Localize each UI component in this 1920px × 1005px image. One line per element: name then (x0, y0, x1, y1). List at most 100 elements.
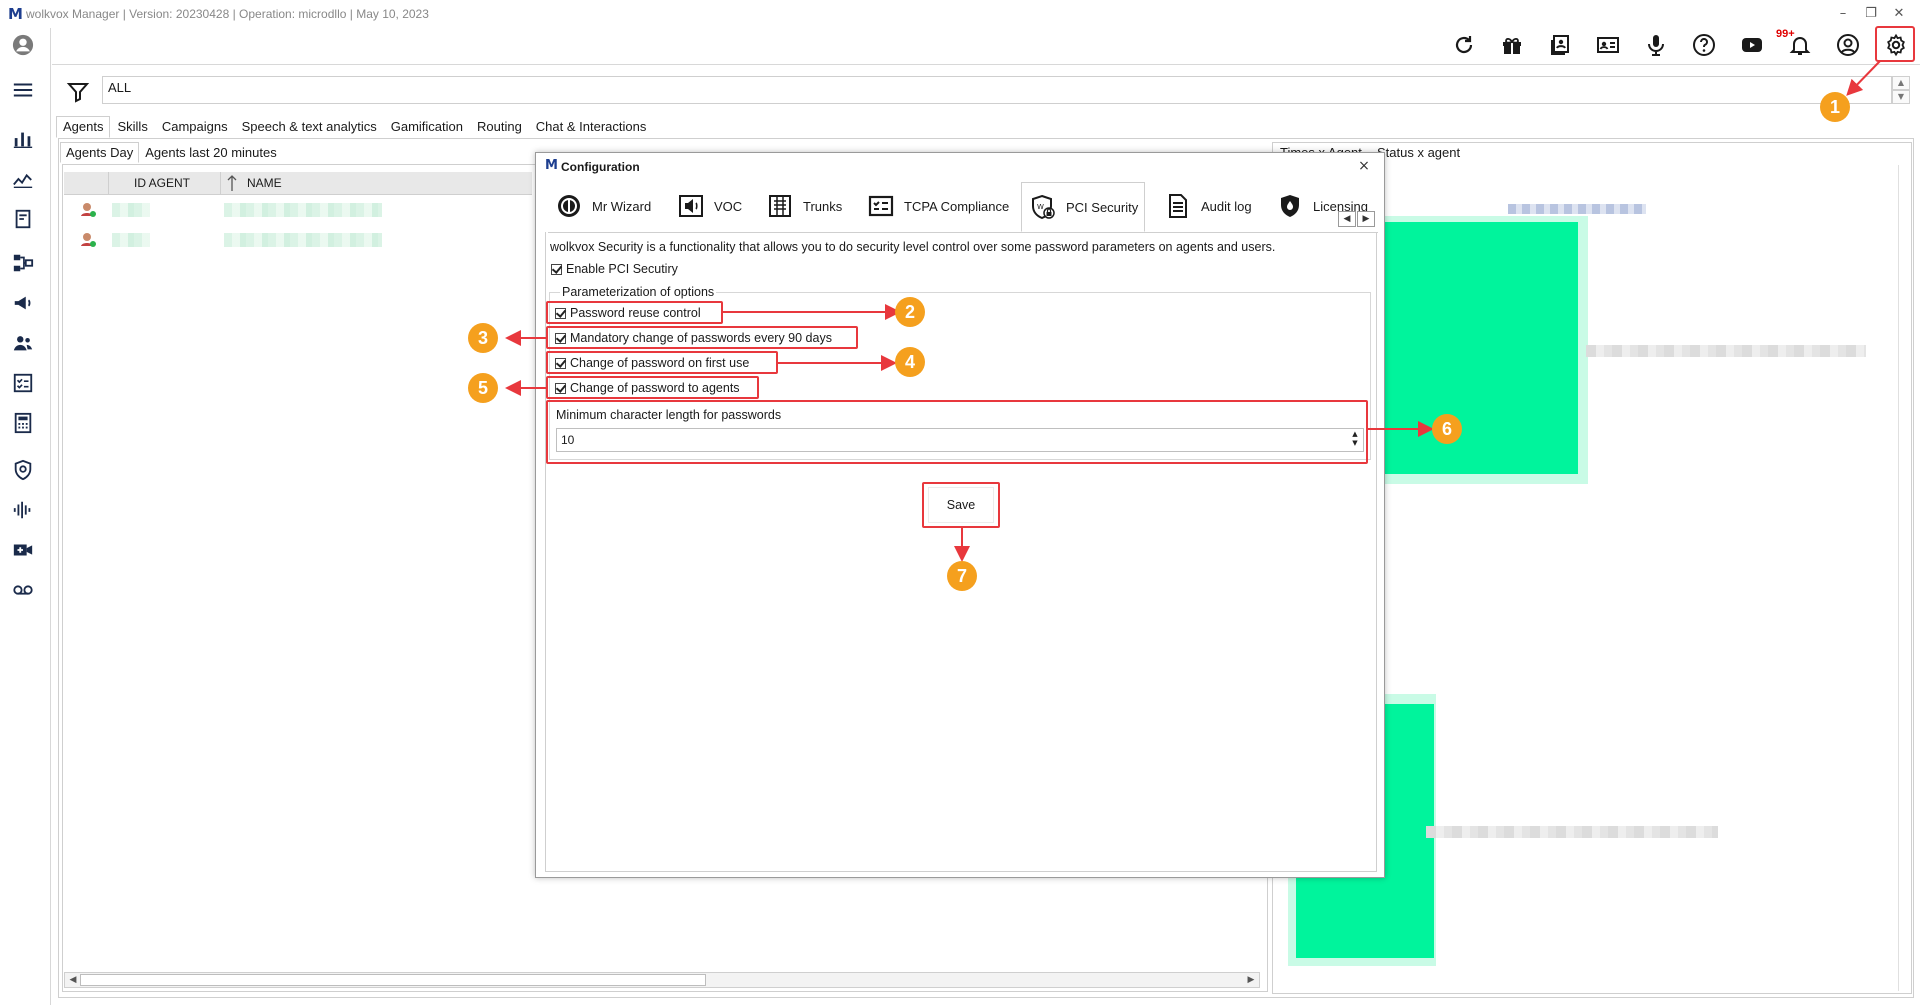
menu-icon[interactable] (9, 77, 37, 103)
tab-speech-analytics[interactable]: Speech & text analytics (235, 116, 384, 138)
grid-divider (108, 172, 109, 194)
tab-scroll-right-button[interactable]: ▶ (1357, 211, 1375, 227)
tab-skills[interactable]: Skills (110, 116, 154, 138)
tab-tcpa-compliance[interactable]: TCPA Compliance (868, 182, 1009, 230)
checkbox-box[interactable] (555, 307, 566, 319)
waveform-icon[interactable] (9, 497, 37, 523)
dialog-close-button[interactable]: × (1356, 158, 1372, 174)
callout-3: 3 (468, 323, 498, 353)
contacts-book-icon[interactable] (1544, 30, 1576, 60)
callout-4: 4 (895, 347, 925, 377)
tab-mr-wizard[interactable]: Mr Wizard (556, 182, 651, 230)
min-length-label: Minimum character length for passwords (556, 408, 782, 422)
line-chart-icon[interactable] (9, 166, 37, 192)
checklist-icon[interactable] (9, 370, 37, 396)
table-row[interactable] (64, 226, 532, 254)
checkbox-box[interactable] (555, 382, 566, 394)
tab-voc[interactable]: VOC (678, 182, 742, 230)
calculator-icon[interactable] (9, 410, 37, 436)
restore-button[interactable]: ❐ (1858, 4, 1884, 24)
sort-arrow-up-icon[interactable] (226, 174, 238, 192)
change-password-agents-checkbox[interactable]: Change of password to agents (555, 381, 740, 395)
pci-shield-icon: W (1032, 194, 1055, 220)
tab-chat-interactions[interactable]: Chat & Interactions (529, 116, 654, 138)
tab-trunks[interactable]: Trunks (767, 182, 842, 230)
megaphone-icon[interactable] (9, 290, 37, 316)
window-title: wolkvox Manager | Version: 20230428 | Op… (26, 7, 429, 21)
voicemail-icon[interactable] (9, 577, 37, 603)
video-icon[interactable] (9, 537, 37, 563)
flow-icon[interactable] (9, 250, 37, 276)
pci-description: wolkvox Security is a functionality that… (550, 240, 1276, 254)
column-name[interactable]: NAME (247, 176, 282, 190)
agent-id-redacted (112, 233, 150, 247)
subtab-agents-day[interactable]: Agents Day (60, 142, 140, 163)
chart-label-redacted (1426, 826, 1718, 838)
compliance-icon (868, 195, 894, 217)
grid-divider (220, 172, 221, 194)
tab-audit-log[interactable]: Audit log (1165, 182, 1252, 230)
youtube-icon[interactable] (1736, 30, 1768, 60)
group-legend: Parameterization of options (560, 285, 717, 299)
team-icon[interactable] (9, 330, 37, 356)
password-reuse-control-checkbox[interactable]: Password reuse control (555, 306, 701, 320)
tab-label: TCPA Compliance (904, 198, 1010, 214)
tab-status-x-agent[interactable]: Status x agent (1377, 145, 1460, 160)
svg-text:W: W (1037, 203, 1044, 211)
option-label: Mandatory change of passwords every 90 d… (570, 331, 832, 345)
audit-log-icon (1169, 194, 1187, 218)
dialog-logo-icon: M (545, 158, 558, 173)
subtab-agents-last-20[interactable]: Agents last 20 minutes (139, 142, 283, 163)
filter-spin-down[interactable]: ▼ (1892, 90, 1910, 104)
main-tabs: Agents Skills Campaigns Speech & text an… (56, 116, 653, 138)
report-icon[interactable] (9, 206, 37, 232)
avatar-icon[interactable] (9, 32, 37, 58)
refresh-icon[interactable] (1448, 30, 1480, 60)
agent-id-redacted (112, 203, 150, 217)
wizard-icon (558, 195, 580, 217)
tab-gamification[interactable]: Gamification (384, 116, 470, 138)
gear-icon[interactable] (1880, 30, 1912, 60)
option-label: Change of password on first use (570, 356, 750, 370)
checkbox-box[interactable] (555, 357, 566, 369)
callout-2: 2 (895, 297, 925, 327)
filter-spin-up[interactable]: ▲ (1892, 76, 1910, 90)
save-button[interactable]: Save (928, 487, 994, 523)
tab-label: Mr Wizard (592, 198, 652, 214)
right-panel-scrollbar[interactable] (1898, 165, 1913, 991)
mandatory-change-90-days-checkbox[interactable]: Mandatory change of passwords every 90 d… (555, 331, 832, 345)
checkbox-box[interactable] (555, 332, 566, 344)
min-length-input[interactable]: 10 (556, 428, 1364, 452)
bar-chart-icon[interactable] (9, 126, 37, 152)
tab-routing[interactable]: Routing (470, 116, 529, 138)
agent-avatar-icon (81, 233, 96, 247)
microphone-icon[interactable] (1640, 30, 1672, 60)
gift-icon[interactable] (1496, 30, 1528, 60)
scroll-right-arrow-icon[interactable]: ▶ (1244, 974, 1258, 986)
shield-icon[interactable] (9, 457, 37, 483)
user-circle-icon[interactable] (1832, 30, 1864, 60)
min-length-stepper[interactable]: ▲ ▼ (1348, 430, 1362, 450)
checkbox-box[interactable] (551, 263, 562, 275)
table-row[interactable] (64, 196, 532, 224)
horizontal-scrollbar-thumb[interactable] (80, 974, 706, 986)
column-id-agent[interactable]: ID AGENT (134, 176, 190, 190)
scroll-left-arrow-icon[interactable]: ◀ (66, 974, 80, 986)
enable-pci-checkbox[interactable]: Enable PCI Secutiry (551, 262, 678, 276)
tab-agents[interactable]: Agents (56, 116, 111, 138)
agent-name-redacted (224, 203, 382, 217)
help-icon[interactable] (1688, 30, 1720, 60)
option-label: Change of password to agents (570, 381, 740, 395)
tab-scroll-left-button[interactable]: ◀ (1338, 211, 1356, 227)
filter-icon[interactable] (66, 80, 90, 104)
filter-input[interactable]: ALL (102, 76, 1892, 104)
tab-label: Trunks (803, 198, 843, 214)
tab-campaigns[interactable]: Campaigns (155, 116, 235, 138)
id-card-icon[interactable] (1592, 30, 1624, 60)
chart-label-redacted (1508, 204, 1646, 214)
change-password-first-use-checkbox[interactable]: Change of password on first use (555, 356, 749, 370)
option-label: Password reuse control (570, 306, 701, 320)
minimize-button[interactable]: – (1830, 4, 1856, 24)
tab-pci-security[interactable]: W PCI Security (1021, 182, 1146, 232)
close-window-button[interactable]: ✕ (1886, 4, 1912, 24)
